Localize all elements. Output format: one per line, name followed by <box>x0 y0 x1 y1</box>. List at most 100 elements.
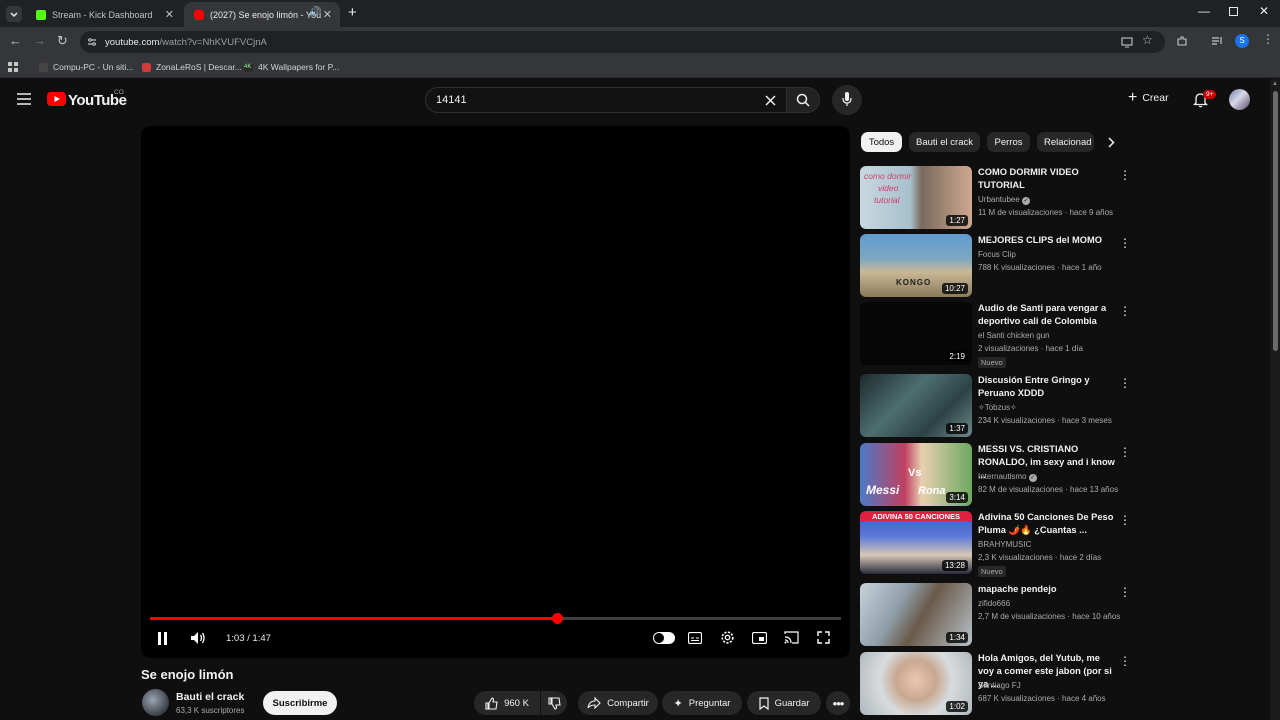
more-options-icon[interactable]: ⋮ <box>1119 304 1131 318</box>
address-bar[interactable]: youtube.com/watch?v=NhKVUFVCjnA ☆ <box>80 31 1165 53</box>
extensions-icon[interactable] <box>1176 35 1188 47</box>
recommendation-item[interactable]: 1:34 mapache pendejo zifido666 2,7 M de … <box>860 583 1140 649</box>
youtube-logo-icon[interactable] <box>47 92 66 106</box>
more-options-icon[interactable]: ⋮ <box>1119 168 1131 182</box>
recommendation-title[interactable]: Audio de Santi para vengar a deportivo c… <box>978 302 1118 328</box>
more-options-icon[interactable]: ⋮ <box>1119 376 1131 390</box>
restore-icon[interactable] <box>1229 7 1238 16</box>
recommendation-channel[interactable]: ✧Tobzus✧ <box>978 403 1017 412</box>
recommendation-title[interactable]: Adivina 50 Canciones De Peso Pluma 🌶️🔥 ¿… <box>978 511 1118 537</box>
tab-search-icon[interactable] <box>6 6 22 22</box>
clear-search-icon[interactable] <box>765 95 776 106</box>
ask-button[interactable]: ✦ Preguntar <box>662 691 742 715</box>
chip-perros[interactable]: Perros <box>987 132 1030 152</box>
account-avatar[interactable] <box>1229 89 1250 110</box>
save-button[interactable]: Guardar <box>747 691 821 715</box>
search-button[interactable] <box>786 87 820 113</box>
scrollbar-thumb[interactable] <box>1273 91 1278 351</box>
close-tab-icon[interactable]: ✕ <box>165 8 174 21</box>
video-thumbnail[interactable]: ADIVINA 50 CANCIONES 13:28 <box>860 511 972 574</box>
pause-icon[interactable] <box>157 632 168 645</box>
video-thumbnail[interactable]: 2:19 <box>860 302 972 365</box>
recommendation-item[interactable]: KONGO 10:27 MEJORES CLIPS del MOMO Focus… <box>860 234 1140 300</box>
recommendation-item[interactable]: como dormir video tutorial 1:27 COMO DOR… <box>860 166 1140 232</box>
video-thumbnail[interactable]: como dormir video tutorial 1:27 <box>860 166 972 229</box>
bookmark-item[interactable]: 4K 4K Wallpapers for P... <box>244 62 339 72</box>
browser-menu-icon[interactable]: ⋮ <box>1262 32 1274 46</box>
page-scrollbar[interactable]: ▲ <box>1270 79 1280 720</box>
volume-icon[interactable] <box>190 631 206 645</box>
video-thumbnail[interactable]: 1:34 <box>860 583 972 646</box>
share-button[interactable]: Compartir <box>578 691 658 715</box>
apps-grid-icon[interactable] <box>8 62 18 72</box>
video-player[interactable]: 1:03 / 1:47 <box>141 126 850 658</box>
progress-scrubber[interactable] <box>551 613 563 624</box>
recommendation-item[interactable]: 2:19 Audio de Santi para vengar a deport… <box>860 302 1140 368</box>
recommendation-item[interactable]: Messi Vs Rona 3:14 MESSI VS. CRISTIANO R… <box>860 443 1140 509</box>
recommendation-channel[interactable]: Internautismo ✓ <box>978 472 1037 482</box>
recommendation-item[interactable]: ADIVINA 50 CANCIONES 13:28 Adivina 50 Ca… <box>860 511 1140 577</box>
autoplay-toggle[interactable] <box>653 632 675 644</box>
cast-icon[interactable] <box>784 631 799 644</box>
recommendation-channel[interactable]: zifido666 <box>978 599 1010 608</box>
miniplayer-icon[interactable] <box>752 632 767 644</box>
bookmark-item[interactable]: Compu-PC - Un siti... <box>39 62 133 72</box>
video-thumbnail[interactable]: 1:37 <box>860 374 972 437</box>
more-actions-button[interactable]: ••• <box>826 691 850 715</box>
chip-todos[interactable]: Todos <box>861 132 902 152</box>
recommendation-title[interactable]: Discusión Entre Gringo y Peruano XDDD <box>978 374 1118 400</box>
recommendation-item[interactable]: 1:37 Discusión Entre Gringo y Peruano XD… <box>860 374 1140 440</box>
reload-icon[interactable]: ↻ <box>57 33 68 49</box>
cast-screen-icon[interactable] <box>1121 36 1133 48</box>
bookmark-item[interactable]: ZonaLeRoS | Descar... <box>142 62 242 72</box>
recommendation-title[interactable]: mapache pendejo <box>978 583 1118 596</box>
voice-search-button[interactable] <box>832 85 862 115</box>
tab-youtube[interactable]: (2027) Se enojo limón - You 🔊 ✕ <box>184 2 340 27</box>
close-window-icon[interactable]: ✕ <box>1259 4 1269 18</box>
media-controls-icon[interactable] <box>1211 35 1223 47</box>
back-icon[interactable]: ← <box>9 33 22 48</box>
hamburger-menu-icon[interactable] <box>17 93 31 105</box>
fullscreen-icon[interactable] <box>817 631 830 644</box>
more-options-icon[interactable]: ⋮ <box>1119 236 1131 250</box>
create-button[interactable]: + Crear <box>1128 90 1169 106</box>
search-input[interactable]: 14141 <box>425 87 787 113</box>
bookmark-star-icon[interactable]: ☆ <box>1142 33 1153 47</box>
chip-channel[interactable]: Bauti el crack <box>909 132 980 152</box>
recommendation-channel[interactable]: el Santi chicken gun <box>978 331 1050 340</box>
video-thumbnail[interactable]: KONGO 10:27 <box>860 234 972 297</box>
subtitles-icon[interactable] <box>688 632 702 644</box>
recommendation-channel[interactable]: Santiago FJ <box>978 681 1021 690</box>
site-info-icon[interactable] <box>87 37 97 47</box>
channel-avatar[interactable] <box>142 689 169 716</box>
more-options-icon[interactable]: ⋮ <box>1119 445 1131 459</box>
ask-label: Preguntar <box>688 697 731 709</box>
recommendation-channel[interactable]: Urbantubee ✓ <box>978 195 1031 205</box>
scroll-up-arrow-icon[interactable]: ▲ <box>1272 81 1278 87</box>
profile-avatar[interactable]: S <box>1235 34 1249 48</box>
recommendation-channel[interactable]: BRAHYMUSIC <box>978 540 1031 549</box>
tab-kick-dashboard[interactable]: Stream - Kick Dashboard ✕ <box>26 2 182 27</box>
more-options-icon[interactable]: ⋮ <box>1119 585 1131 599</box>
like-button[interactable]: 960 K <box>474 691 540 715</box>
settings-gear-icon[interactable] <box>720 630 735 645</box>
more-options-icon[interactable]: ⋮ <box>1119 654 1131 668</box>
recommendation-channel[interactable]: Focus Clip <box>978 250 1016 259</box>
progress-bar[interactable] <box>150 613 841 624</box>
close-tab-icon[interactable]: ✕ <box>323 8 332 21</box>
new-tab-button[interactable]: + <box>348 4 357 21</box>
recommendation-title[interactable]: COMO DORMIR VIDEO TUTORIAL <box>978 166 1118 192</box>
recommendation-title[interactable]: MEJORES CLIPS del MOMO <box>978 234 1118 247</box>
dislike-button[interactable] <box>541 691 567 715</box>
forward-icon[interactable]: → <box>33 33 46 48</box>
chips-next-chevron-icon[interactable] <box>1107 137 1115 148</box>
chip-relacionados[interactable]: Relacionad <box>1037 132 1094 152</box>
minimize-icon[interactable]: — <box>1198 4 1210 18</box>
more-options-icon[interactable]: ⋮ <box>1119 513 1131 527</box>
channel-name[interactable]: Bauti el crack <box>176 691 244 703</box>
video-thumbnail[interactable]: 1:02 <box>860 652 972 715</box>
audio-playing-icon[interactable]: 🔊 <box>309 7 321 18</box>
recommendation-item[interactable]: 1:02 Hola Amigos, del Yutub, me voy a co… <box>860 652 1140 718</box>
video-thumbnail[interactable]: Messi Vs Rona 3:14 <box>860 443 972 506</box>
subscribe-button[interactable]: Suscribirme <box>263 691 337 715</box>
